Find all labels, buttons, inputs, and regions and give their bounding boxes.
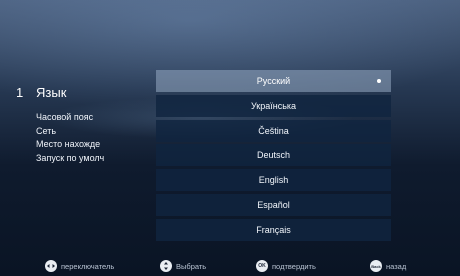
language-option-german[interactable]: Deutsch (156, 144, 391, 167)
hint-switch: переключатель (45, 260, 114, 272)
language-option-spanish[interactable]: Español (156, 193, 391, 216)
hint-confirm-label: подтвердить (272, 261, 316, 271)
language-option-english[interactable]: English (156, 169, 391, 192)
language-label: English (258, 175, 289, 186)
language-label: Español (257, 199, 290, 210)
hint-back-label: назад (386, 261, 407, 271)
language-option-russian[interactable]: Русский (156, 70, 391, 92)
hint-select: Выбрать (160, 260, 206, 272)
menu-item-network[interactable]: Сеть (36, 125, 120, 139)
menu-item-timezone[interactable]: Часовой пояс (36, 111, 120, 125)
hint-back: Back назад (370, 260, 406, 272)
menu-items: Часовой пояс Сеть Место нахожде Запуск п… (16, 111, 151, 165)
menu-header[interactable]: 1 Язык (16, 85, 151, 105)
menu-item-location[interactable]: Место нахожде (36, 138, 120, 152)
menu-item-language[interactable]: Язык (36, 85, 66, 100)
language-option-ukrainian[interactable]: Українська (156, 94, 391, 117)
hint-switch-label: переключатель (61, 261, 115, 271)
back-button-icon: Back (370, 260, 382, 272)
hint-confirm: OK подтвердить (256, 260, 316, 272)
hint-select-label: Выбрать (176, 261, 207, 271)
language-option-french[interactable]: Français (156, 218, 391, 241)
remote-hint-bar: переключатель Выбрать OK подтвердить Bac… (0, 258, 460, 276)
language-label: Français (256, 224, 291, 235)
language-option-czech[interactable]: Čeština (156, 119, 391, 142)
left-right-arrows-icon (45, 260, 57, 272)
menu-item-number: 1 (16, 85, 24, 100)
language-label: Čeština (258, 125, 289, 136)
language-label: Русский (256, 76, 291, 86)
language-list: Русский Українська Čeština Deutsch Engli… (156, 70, 391, 255)
settings-menu: 1 Язык Часовой пояс Сеть Место нахожде З… (16, 85, 151, 165)
language-label: Deutsch (256, 150, 291, 161)
ok-button-icon: OK (256, 260, 268, 272)
up-down-arrows-icon (160, 260, 172, 272)
selected-indicator-icon (377, 79, 381, 83)
language-label: Українська (250, 100, 297, 111)
language-settings-screen: 1 Язык Часовой пояс Сеть Место нахожде З… (0, 0, 460, 276)
menu-item-default-launch[interactable]: Запуск по умолч (36, 152, 120, 166)
